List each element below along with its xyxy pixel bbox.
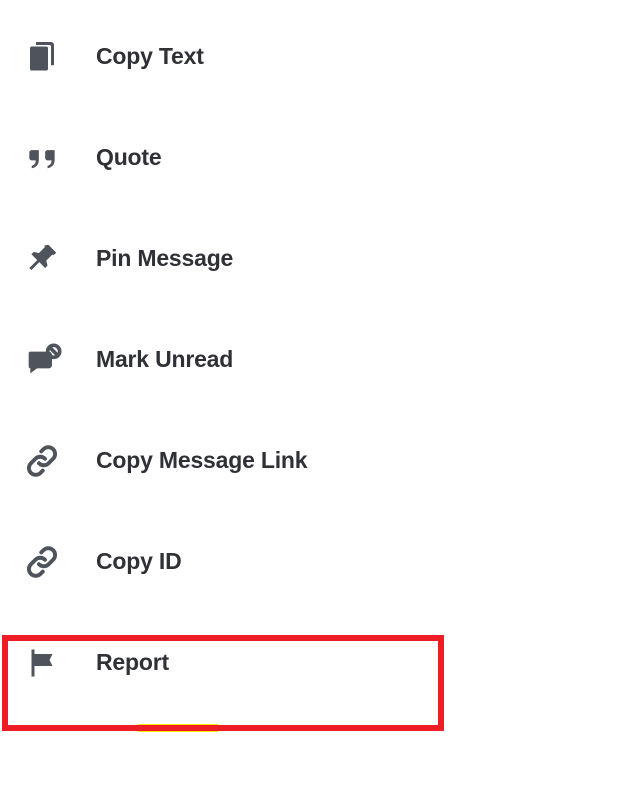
menu-item-label: Mark Unread [96,346,233,373]
menu-item-quote[interactable]: Quote [0,107,620,208]
link-icon [20,540,64,584]
menu-item-copy-message-link[interactable]: Copy Message Link [0,410,620,511]
menu-item-report[interactable]: Report [0,612,620,713]
menu-item-label: Copy Text [96,43,204,70]
menu-item-pin-message[interactable]: Pin Message [0,208,620,309]
pin-icon [20,237,64,281]
menu-item-label: Copy ID [96,548,182,575]
highlight-underline [138,724,218,732]
flag-icon [20,641,64,685]
menu-item-copy-id[interactable]: Copy ID [0,511,620,612]
link-icon [20,439,64,483]
context-menu: Copy Text Quote Pin Message Mark Unread [0,0,620,713]
menu-item-copy-text[interactable]: Copy Text [0,6,620,107]
mark-unread-icon [20,338,64,382]
menu-item-label: Pin Message [96,245,233,272]
quote-icon [20,136,64,180]
menu-item-mark-unread[interactable]: Mark Unread [0,309,620,410]
menu-item-label: Quote [96,144,161,171]
copy-text-icon [20,35,64,79]
menu-item-label: Report [96,649,169,676]
menu-item-label: Copy Message Link [96,447,307,474]
